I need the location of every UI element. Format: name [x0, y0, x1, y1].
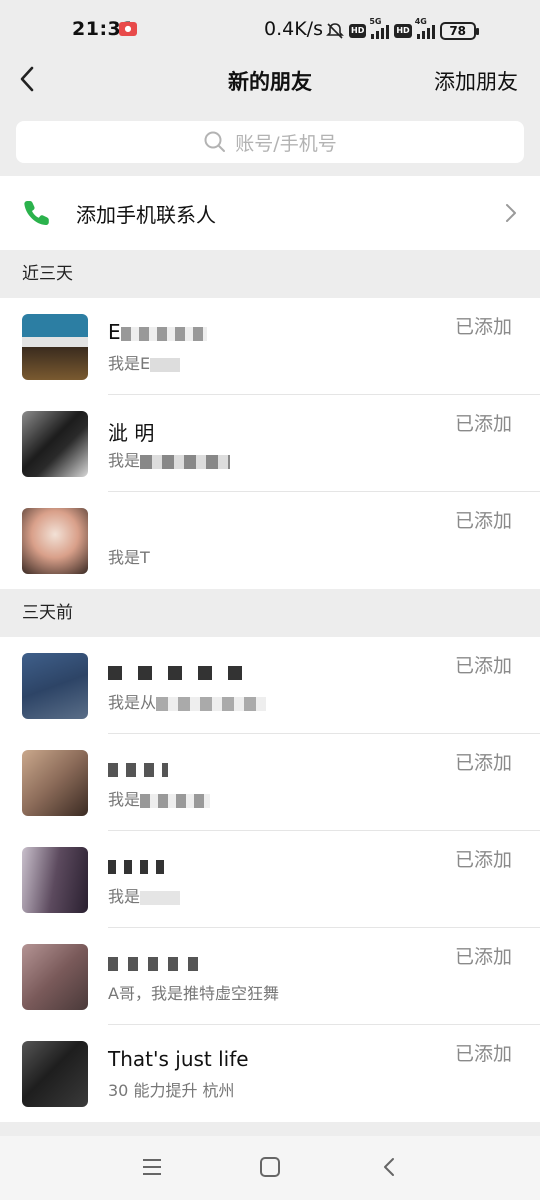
add-phone-contacts-row[interactable]: 添加手机联系人 [0, 176, 540, 250]
avatar[interactable] [22, 653, 88, 719]
added-status: 已添加 [454, 849, 512, 871]
avatar-image [22, 508, 88, 574]
friend-message: 我是 [108, 447, 231, 471]
added-status: 已添加 [454, 316, 512, 338]
friend-row[interactable]: 我是 已添加 [0, 734, 540, 831]
avatar[interactable] [22, 508, 88, 574]
search-icon [204, 131, 226, 152]
friend-message: 30 能力提升 杭州 [108, 1081, 235, 1100]
friend-message: A哥，我是推特虚空狂舞 [108, 984, 279, 1003]
added-status: 已添加 [454, 655, 512, 677]
avatar-image [22, 411, 88, 477]
friend-message: 我是 [108, 786, 211, 810]
friend-row[interactable]: 我是从 已添加 [0, 637, 540, 734]
avatar-image [22, 847, 88, 913]
avatar[interactable] [22, 314, 88, 380]
friend-name [108, 853, 168, 877]
added-status: 已添加 [454, 752, 512, 774]
avatar-image [22, 314, 88, 380]
status-icons: HD 5G HD 4G 78 [326, 17, 479, 42]
friend-row[interactable]: That's just life 30 能力提升 杭州 已添加 [0, 1025, 540, 1122]
add-friend-button[interactable]: 添加朋友 [434, 66, 518, 96]
avatar-image [22, 653, 88, 719]
friend-message: 我是E [108, 350, 181, 374]
section-header-earlier: 三天前 [0, 589, 540, 637]
avatar[interactable] [22, 1041, 88, 1107]
search-input[interactable]: 账号/手机号 [16, 121, 524, 163]
added-status: 已添加 [454, 1043, 512, 1065]
phone-icon [24, 201, 49, 226]
friend-row[interactable]: 我是 已添加 [0, 831, 540, 928]
back-nav-icon[interactable] [378, 1156, 400, 1178]
avatar-image [22, 944, 88, 1010]
friend-name [108, 950, 198, 974]
added-status: 已添加 [454, 413, 512, 435]
mute-bell-icon [326, 23, 344, 39]
friend-name: 泚 明 [108, 421, 155, 445]
friend-name [108, 659, 258, 683]
friend-name: E [108, 320, 207, 344]
search-placeholder: 账号/手机号 [235, 132, 337, 155]
menu-icon[interactable] [141, 1156, 163, 1178]
chevron-right-icon [506, 204, 516, 222]
notification-icon: ● [119, 22, 137, 36]
add-phone-contacts-label: 添加手机联系人 [76, 203, 216, 227]
system-nav-bar [0, 1136, 540, 1200]
battery-icon: 78 [439, 22, 479, 40]
avatar[interactable] [22, 411, 88, 477]
friend-message: 我是T [108, 548, 150, 567]
network-speed: 0.4K/s [264, 18, 323, 40]
friend-name: That's just life [108, 1047, 249, 1071]
friend-row[interactable]: 我是T 已添加 [0, 492, 540, 589]
friend-row[interactable]: E 我是E 已添加 [0, 298, 540, 395]
status-bar: 21:31 ● 0.4K/s HD 5G HD 4G 78 [0, 0, 540, 58]
avatar-image [22, 1041, 88, 1107]
avatar[interactable] [22, 944, 88, 1010]
hd-badge: HD [349, 24, 367, 38]
added-status: 已添加 [454, 510, 512, 532]
friend-message: 我是 [108, 883, 181, 907]
avatar-image [22, 750, 88, 816]
friend-message: 我是从 [108, 689, 267, 713]
signal-5g-icon: 5G [369, 17, 390, 39]
friend-row[interactable]: A哥，我是推特虚空狂舞 已添加 [0, 928, 540, 1025]
avatar[interactable] [22, 847, 88, 913]
home-icon[interactable] [259, 1156, 281, 1178]
signal-4g-icon: 4G [415, 17, 435, 39]
nav-bar: 新的朋友 添加朋友 [0, 58, 540, 100]
hd-badge-2: HD [394, 24, 412, 38]
added-status: 已添加 [454, 946, 512, 968]
avatar[interactable] [22, 750, 88, 816]
friend-name [108, 756, 168, 780]
friend-row[interactable]: 泚 明 我是 已添加 [0, 395, 540, 492]
section-header-recent: 近三天 [0, 250, 540, 298]
